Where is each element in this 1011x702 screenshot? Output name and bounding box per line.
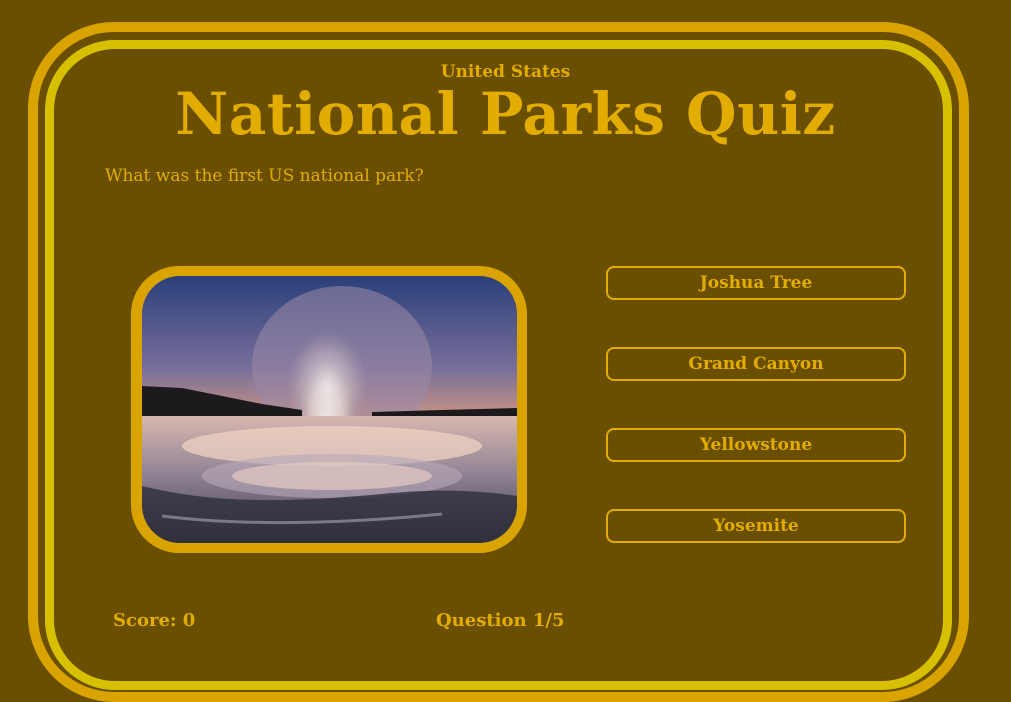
answer-button-yellowstone[interactable]: Yellowstone <box>606 428 906 462</box>
geyser-image <box>142 276 517 543</box>
question-image-frame <box>131 266 527 553</box>
question-text: What was the first US national park? <box>105 166 424 186</box>
quiz-subtitle: United States <box>440 62 571 82</box>
quiz-title: National Parks Quiz <box>175 80 836 148</box>
answer-button-yosemite[interactable]: Yosemite <box>606 509 906 543</box>
score-label: Score: 0 <box>113 610 196 631</box>
question-progress: Question 1/5 <box>436 610 565 631</box>
answer-button-joshua-tree[interactable]: Joshua Tree <box>606 266 906 300</box>
answer-button-grand-canyon[interactable]: Grand Canyon <box>606 347 906 381</box>
